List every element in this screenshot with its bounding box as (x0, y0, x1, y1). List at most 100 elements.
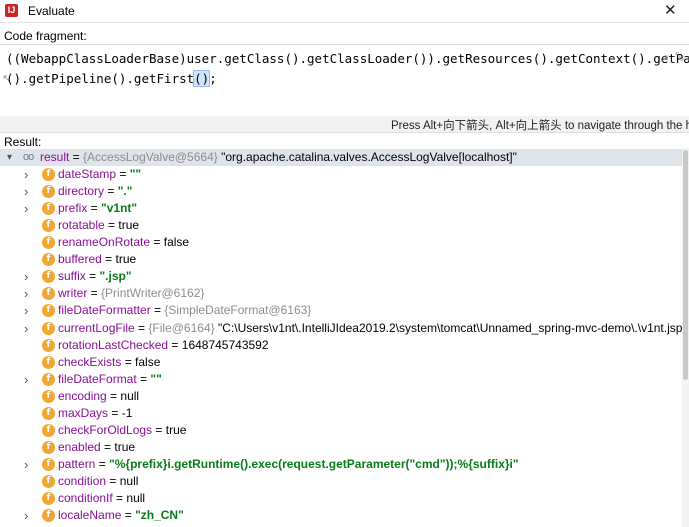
tree-field-row[interactable]: › f localeName = "zh_CN" (0, 507, 682, 524)
equals-sign: = (101, 252, 116, 267)
tree-field-row[interactable]: › f suffix = ".jsp" (0, 268, 682, 285)
expand-arrow-icon[interactable]: › (24, 200, 28, 217)
expand-arrow-icon[interactable]: › (24, 456, 28, 473)
tree-field-row[interactable]: f renameOnRotate = false (0, 234, 682, 251)
equals-sign: = (106, 388, 121, 403)
field-value: "" (129, 167, 142, 181)
equals-sign: = (87, 201, 102, 216)
tree-field-row[interactable]: › f prefix = "v1nt" (0, 200, 682, 217)
code-line-2[interactable]: ().getPipeline().getFirst(); (6, 70, 217, 87)
field-value: true (114, 439, 136, 454)
code-line-1[interactable]: ((WebappClassLoaderBase)user.getClass().… (6, 51, 689, 66)
field-name: directory (58, 184, 105, 198)
tree-field-row[interactable]: › f dateStamp = "" (0, 166, 682, 183)
equals-sign: = (136, 371, 151, 386)
tree-field-row[interactable]: › f currentLogFile = {File@6164} "C:\Users… (0, 320, 682, 337)
root-label: result = {AccessLogValve@5664} "org.apac… (40, 149, 517, 166)
field-name: enabled (58, 439, 101, 454)
equals-sign: = (121, 508, 136, 522)
expand-arrow-icon[interactable]: › (24, 285, 28, 302)
tree-field-row[interactable]: f enabled = true (0, 439, 682, 456)
field-value: "%{prefix}i.getRuntime().exec(request.ge… (109, 456, 519, 471)
expand-arrow-icon[interactable]: › (24, 183, 28, 200)
result-tree[interactable]: ▾ oo result = {AccessLogValve@5664} "org… (0, 148, 682, 527)
tree-field-row[interactable]: f conditionIf = null (0, 490, 682, 507)
code-fragment-label: Code fragment: (4, 29, 87, 43)
tree-field-row[interactable]: f maxDays = -1 (0, 405, 682, 422)
field-value: true (118, 218, 140, 233)
tree-field-row[interactable]: f buffered = true (0, 251, 682, 268)
field-value: true (165, 422, 187, 437)
field-name: maxDays (58, 405, 109, 420)
field-label: directory = "." (58, 183, 132, 200)
tree-field-row[interactable]: f checkExists = false (0, 354, 682, 371)
field-name: localeName (58, 508, 122, 522)
title-bar: IJ Evaluate ✕ (0, 0, 689, 23)
equals-sign: = (100, 439, 115, 454)
equals-sign: = (121, 354, 136, 369)
tree-field-row[interactable]: f condition = null (0, 473, 682, 490)
field-icon: f (42, 185, 55, 198)
field-icon: f (42, 236, 55, 250)
vertical-scrollbar[interactable] (682, 148, 689, 527)
field-label: dateStamp = "" (58, 166, 141, 183)
expand-arrow-icon[interactable]: › (24, 371, 28, 388)
tree-field-row[interactable]: › f writer = {PrintWriter@6162} (0, 285, 682, 302)
tree-field-row[interactable]: f encoding = null (0, 388, 682, 405)
field-icon: f (42, 457, 55, 471)
tree-field-row[interactable]: › f fileDateFormat = "" (0, 371, 682, 388)
expand-arrow-icon[interactable]: › (24, 166, 28, 183)
field-name: suffix (58, 269, 86, 284)
field-name: writer (58, 286, 88, 301)
field-value: "zh_CN" (135, 508, 184, 522)
matched-bracket-highlight: () (193, 70, 211, 87)
field-object-ref: {PrintWriter@6162} (101, 286, 205, 301)
field-icon: f (42, 202, 55, 216)
tree-field-row[interactable]: › f pattern = "%{prefix}i.getRuntime().exe… (0, 456, 682, 473)
expand-arrow-icon[interactable]: › (24, 320, 28, 337)
root-value: "org.apache.catalina.valves.AccessLogVal… (221, 150, 517, 164)
field-label: rotatable = true (58, 217, 139, 234)
tree-field-row[interactable]: › f fileDateFormatter = {SimpleDateFormat@… (0, 302, 682, 319)
field-object-ref: {SimpleDateFormat@6163} (164, 303, 312, 318)
scrollbar-thumb[interactable] (683, 150, 688, 380)
tree-root-row[interactable]: ▾ oo result = {AccessLogValve@5664} "org… (0, 149, 682, 166)
expand-arrow-icon[interactable]: › (24, 507, 28, 524)
field-label: enabled = true (58, 439, 135, 456)
field-label: encoding = null (58, 388, 139, 405)
field-label: condition = null (58, 473, 138, 490)
code-line-2-after: ; (209, 71, 217, 86)
field-icon: f (42, 440, 55, 454)
equals-sign: = (104, 218, 119, 233)
field-value: "." (117, 184, 133, 198)
equals-sign: = (104, 184, 118, 198)
tree-field-row[interactable]: f rotationLastChecked = 1648745743592 (0, 337, 682, 354)
field-value: ".jsp" (99, 269, 132, 284)
field-name: fileDateFormat (58, 371, 137, 386)
field-icon: f (42, 270, 55, 284)
field-value: -1 (121, 405, 133, 420)
tree-field-row[interactable]: › f directory = "." (0, 183, 682, 200)
tree-field-row[interactable]: f checkForOldLogs = true (0, 422, 682, 439)
code-fragment-editor[interactable]: ((WebappClassLoaderBase)user.getClass().… (0, 44, 689, 117)
field-value: "" (150, 371, 162, 386)
close-icon[interactable]: ✕ (664, 1, 677, 19)
collapse-editor-icon[interactable]: ⤡ (675, 51, 684, 64)
field-icon: f (42, 287, 55, 301)
field-value: 1648745743592 (181, 337, 269, 352)
soft-wrap-end-icon: ↗ (660, 53, 670, 65)
equals-sign: = (134, 320, 149, 335)
field-label: maxDays = -1 (58, 405, 132, 422)
field-object-ref: {File@6164} (148, 320, 215, 335)
collapse-arrow-icon[interactable]: ▾ (7, 149, 12, 166)
expand-arrow-icon[interactable]: › (24, 268, 28, 285)
intellij-logo-icon: IJ (5, 4, 18, 17)
equals-sign: = (106, 473, 120, 488)
expand-arrow-icon[interactable]: › (24, 302, 28, 319)
tree-field-row[interactable]: f rotatable = true (0, 217, 682, 234)
equals-sign: = (150, 303, 165, 318)
field-name: prefix (58, 201, 88, 216)
field-value: null (126, 490, 146, 505)
field-name: checkForOldLogs (58, 422, 153, 437)
field-value: "v1nt" (101, 201, 138, 216)
